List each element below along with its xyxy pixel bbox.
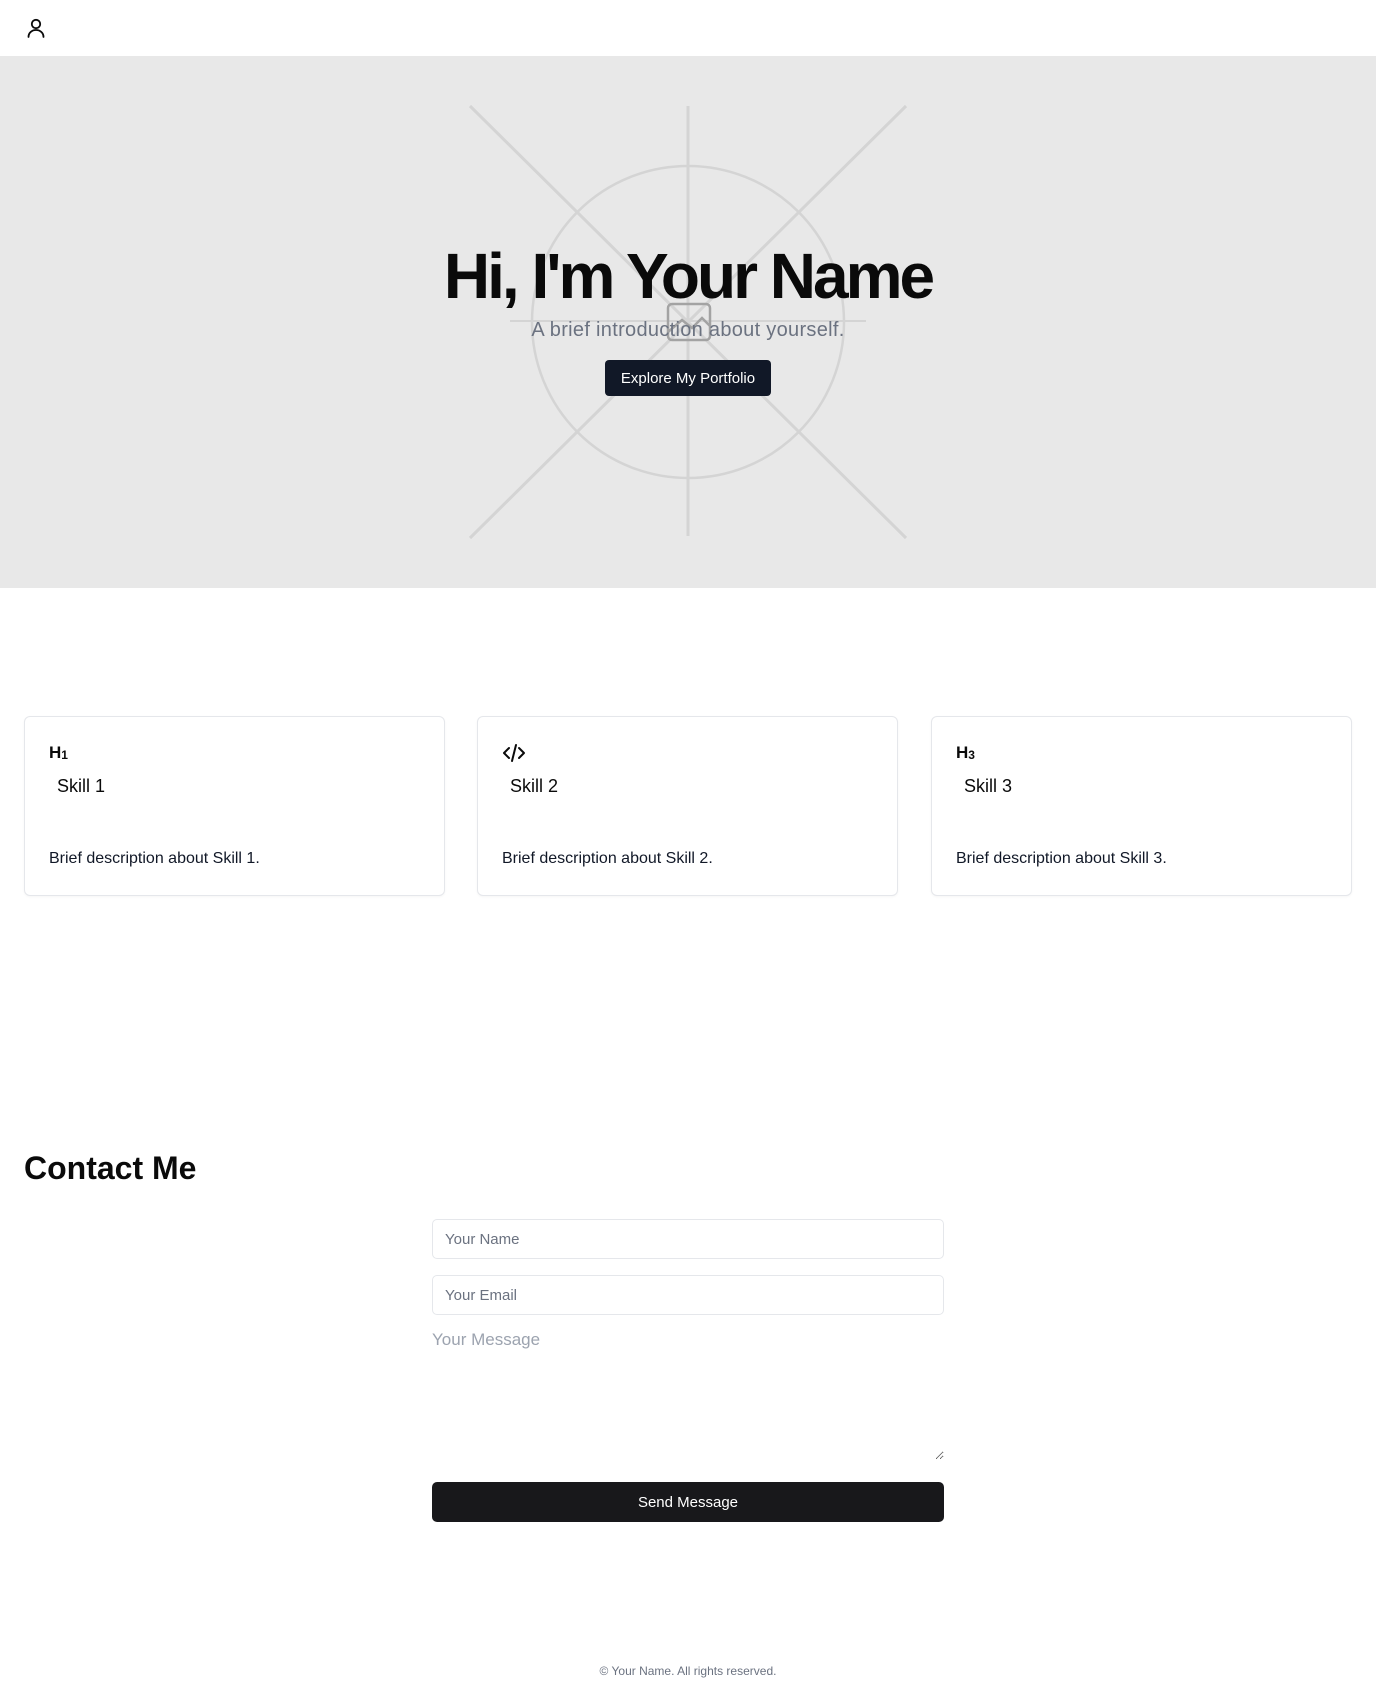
skill-title: Skill 1 [57,776,106,796]
skill-card: H1 Skill 1 Brief description about Skill… [24,716,445,896]
top-navigation-bar [0,0,1376,56]
skill-description: Brief description about Skill 2. [502,850,713,867]
send-message-button[interactable]: Send Message [432,1482,944,1522]
name-field[interactable] [432,1219,944,1259]
skill-card: H3 Skill 3 Brief description about Skill… [931,716,1352,896]
hero-section: Hi, I'm Your Name A brief introduction a… [0,56,1376,588]
skill-card: Skill 2 Brief description about Skill 2. [477,716,898,896]
skill-title: Skill 2 [510,776,559,796]
heading-1-icon: H1 [49,743,68,762]
skill-title: Skill 3 [964,776,1013,796]
explore-portfolio-button[interactable]: Explore My Portfolio [605,360,771,396]
hero-title: Hi, I'm Your Name [443,240,935,312]
skills-section: H1 Skill 1 Brief description about Skill… [0,716,1376,896]
hero-subtitle: A brief introduction about yourself. [531,319,845,341]
contact-title: Contact Me [24,1150,197,1186]
footer-copyright: © Your Name. All rights reserved. [599,1664,777,1678]
email-field[interactable] [432,1275,944,1315]
message-field[interactable] [432,1330,944,1460]
user-icon[interactable] [24,16,48,40]
code-icon [502,743,526,768]
skill-description: Brief description about Skill 3. [956,850,1167,867]
skill-description: Brief description about Skill 1. [49,850,260,867]
heading-3-icon: H3 [956,743,975,762]
